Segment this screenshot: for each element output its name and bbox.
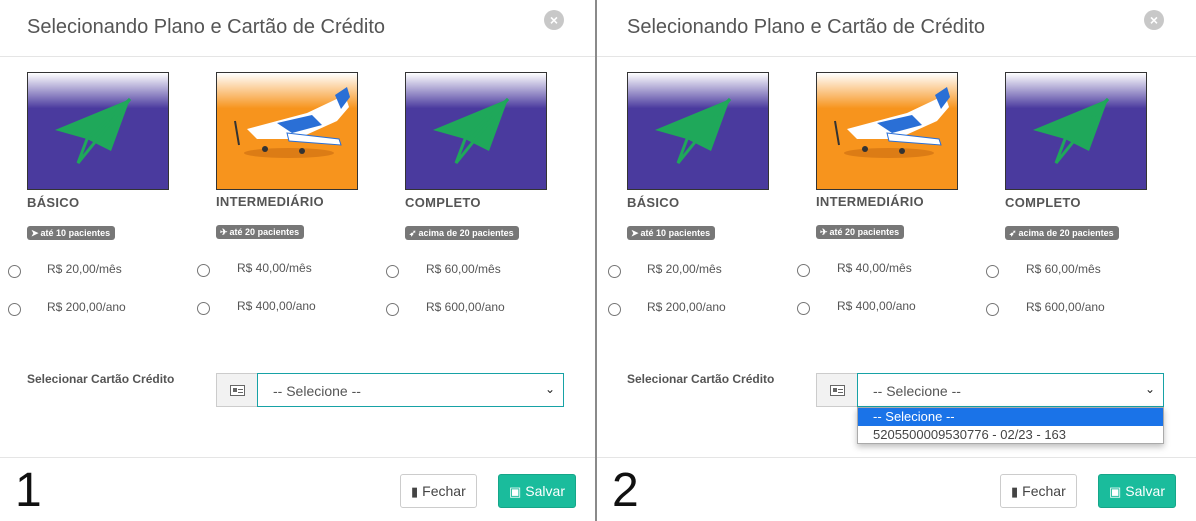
credit-card-addon <box>216 373 258 407</box>
paper-plane-image <box>405 72 547 190</box>
price-intermediario-yearly: R$ 400,00/ano <box>237 299 316 313</box>
modal-panel-1: Selecionando Plano e Cartão de Crédito ×… <box>0 0 596 521</box>
radio-completo-yearly[interactable] <box>386 303 399 316</box>
dropdown-option-placeholder[interactable]: -- Selecione -- <box>858 408 1163 426</box>
rocket-icon: ➶ <box>409 228 417 238</box>
close-icon[interactable]: × <box>544 10 564 30</box>
radio-completo-yearly[interactable] <box>986 303 999 316</box>
airplane-image <box>816 72 958 190</box>
plan-card-completo <box>1005 72 1147 190</box>
radio-intermediario-yearly[interactable] <box>797 302 810 315</box>
save-button[interactable]: ▣ Salvar <box>1098 474 1176 508</box>
paper-plane-image <box>1005 72 1147 190</box>
plan-name-completo: COMPLETO <box>405 195 481 210</box>
modal-title: Selecionando Plano e Cartão de Crédito <box>627 16 986 38</box>
price-intermediario-monthly: R$ 40,00/mês <box>237 261 312 275</box>
plan-badge-completo: ➶ acima de 20 pacientes <box>405 226 519 240</box>
price-completo-monthly: R$ 60,00/mês <box>1026 262 1101 276</box>
step-number: 2 <box>612 464 639 517</box>
price-basico-yearly: R$ 200,00/ano <box>47 300 126 314</box>
paper-plane-image <box>627 72 769 190</box>
radio-completo-monthly[interactable] <box>386 265 399 278</box>
door-exit-icon: ▮ <box>1011 484 1019 499</box>
paper-plane-image <box>27 72 169 190</box>
save-icon: ▣ <box>1109 484 1122 499</box>
chevron-down-icon: ⌄ <box>544 382 555 396</box>
plan-badge-basico: ➤ até 10 pacientes <box>27 226 116 240</box>
credit-card-icon <box>830 385 845 396</box>
modal-footer: 2 ▮ Fechar ▣ Salvar <box>597 457 1196 521</box>
modal-title: Selecionando Plano e Cartão de Crédito <box>27 16 386 38</box>
plan-badge-intermediario: ✈ até 20 pacientes <box>216 225 305 239</box>
plan-name-basico: BÁSICO <box>627 195 680 210</box>
price-basico-yearly: R$ 200,00/ano <box>647 300 726 314</box>
radio-basico-yearly[interactable] <box>608 303 621 316</box>
price-completo-yearly: R$ 600,00/ano <box>1026 300 1105 314</box>
step-number: 1 <box>15 464 42 517</box>
price-intermediario-yearly: R$ 400,00/ano <box>837 299 916 313</box>
screenshot-comparison: Selecionando Plano e Cartão de Crédito ×… <box>0 0 1196 521</box>
plane-icon: ✈ <box>220 227 228 237</box>
plan-badge-basico: ➤ até 10 pacientes <box>627 226 716 240</box>
rocket-icon: ➶ <box>1009 228 1017 238</box>
plan-card-completo <box>405 72 547 190</box>
door-exit-icon: ▮ <box>411 484 419 499</box>
airplane-image <box>216 72 358 190</box>
credit-card-label: Selecionar Cartão Crédito <box>27 372 175 386</box>
close-button[interactable]: ▮ Fechar <box>1000 474 1077 508</box>
plane-icon: ✈ <box>820 227 828 237</box>
credit-card-addon <box>816 373 858 407</box>
paper-plane-icon: ➤ <box>631 228 639 238</box>
credit-card-label: Selecionar Cartão Crédito <box>627 372 775 386</box>
plan-name-completo: COMPLETO <box>1005 195 1081 210</box>
modal-header: Selecionando Plano e Cartão de Crédito × <box>0 0 596 57</box>
radio-intermediario-monthly[interactable] <box>797 264 810 277</box>
price-completo-yearly: R$ 600,00/ano <box>426 300 505 314</box>
close-button[interactable]: ▮ Fechar <box>400 474 477 508</box>
radio-completo-monthly[interactable] <box>986 265 999 278</box>
select-value: -- Selecione -- <box>873 383 961 399</box>
chevron-down-icon: ⌄ <box>1144 382 1155 396</box>
save-icon: ▣ <box>509 484 522 499</box>
modal-header: Selecionando Plano e Cartão de Crédito × <box>597 0 1196 57</box>
price-basico-monthly: R$ 20,00/mês <box>647 262 722 276</box>
credit-card-dropdown: -- Selecione -- 5205500009530776 - 02/23… <box>857 407 1164 444</box>
price-intermediario-monthly: R$ 40,00/mês <box>837 261 912 275</box>
radio-intermediario-monthly[interactable] <box>197 264 210 277</box>
save-button[interactable]: ▣ Salvar <box>498 474 576 508</box>
price-completo-monthly: R$ 60,00/mês <box>426 262 501 276</box>
plan-name-intermediario: INTERMEDIÁRIO <box>816 194 924 209</box>
paper-plane-icon: ➤ <box>31 228 39 238</box>
select-value: -- Selecione -- <box>273 383 361 399</box>
plan-name-intermediario: INTERMEDIÁRIO <box>216 194 324 209</box>
plan-card-intermediario <box>816 72 958 190</box>
credit-card-select[interactable]: -- Selecione -- ⌄ <box>857 373 1164 407</box>
plan-badge-intermediario: ✈ até 20 pacientes <box>816 225 905 239</box>
plan-name-basico: BÁSICO <box>27 195 80 210</box>
modal-footer: 1 ▮ Fechar ▣ Salvar <box>0 457 596 521</box>
close-icon[interactable]: × <box>1144 10 1164 30</box>
radio-basico-monthly[interactable] <box>8 265 21 278</box>
radio-basico-monthly[interactable] <box>608 265 621 278</box>
price-basico-monthly: R$ 20,00/mês <box>47 262 122 276</box>
plan-card-intermediario <box>216 72 358 190</box>
modal-panel-2: Selecionando Plano e Cartão de Crédito ×… <box>597 0 1196 521</box>
credit-card-select[interactable]: -- Selecione -- ⌄ <box>257 373 564 407</box>
plan-card-basico <box>627 72 769 190</box>
dropdown-option-card[interactable]: 5205500009530776 - 02/23 - 163 <box>858 426 1163 444</box>
plan-card-basico <box>27 72 169 190</box>
radio-basico-yearly[interactable] <box>8 303 21 316</box>
radio-intermediario-yearly[interactable] <box>197 302 210 315</box>
plan-badge-completo: ➶ acima de 20 pacientes <box>1005 226 1119 240</box>
credit-card-icon <box>230 385 245 396</box>
